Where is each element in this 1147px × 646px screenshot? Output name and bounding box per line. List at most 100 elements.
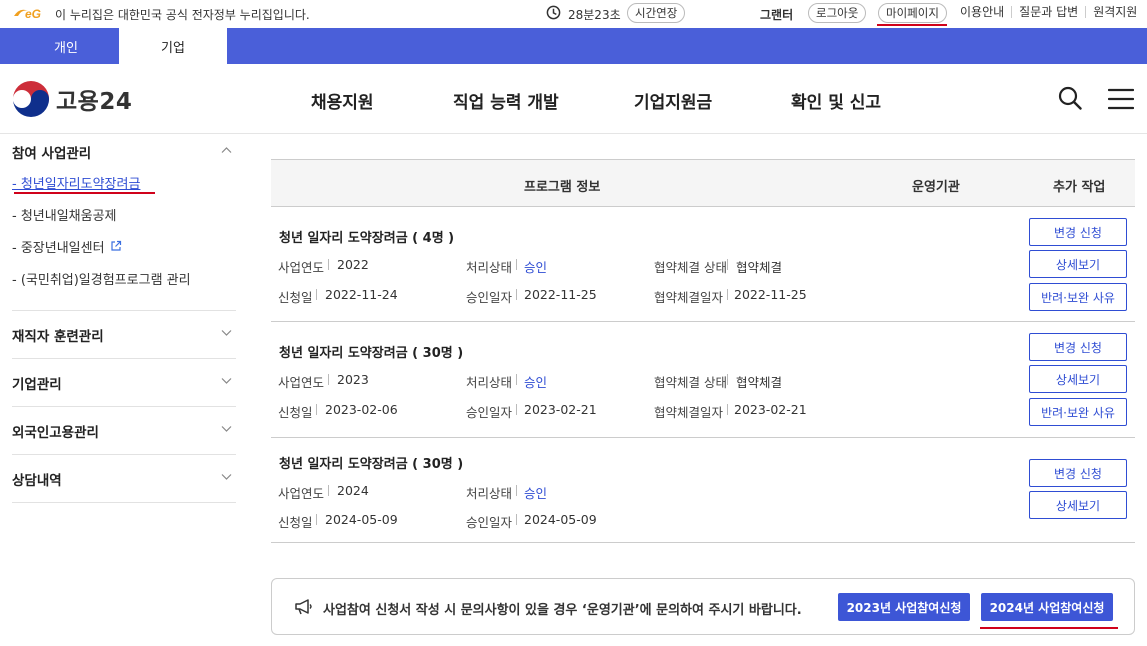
tab-personal[interactable]: 개인 — [13, 28, 119, 64]
sidebar-section-label: 재직자 훈련관리 — [12, 328, 104, 345]
field-label-contract-status: 협약체결 상태 — [654, 375, 727, 390]
tab-business[interactable]: 기업 — [119, 28, 227, 64]
field-approve-date: 2024-05-09 — [524, 512, 597, 527]
field-status: 승인 — [524, 375, 548, 390]
field-label-contract-status: 협약체결 상태 — [654, 260, 727, 275]
megaphone-icon — [295, 599, 312, 615]
header-operator: 운영기관 — [912, 180, 960, 195]
sidebar-item-label: - 청년내일채움공제 — [12, 208, 117, 224]
chevron-down-icon — [221, 426, 232, 432]
external-link-icon — [110, 240, 121, 251]
field-separator — [727, 374, 728, 385]
mypage-button[interactable]: 마이페이지 — [878, 3, 947, 23]
field-separator — [516, 485, 517, 496]
util-links: 이용안내 질문과 답변 원격지원 — [960, 6, 1144, 18]
user-name: 그랜터 — [760, 8, 794, 22]
program-title: 청년 일자리 도약장려금 ( 30명 ) — [279, 457, 464, 472]
change-request-button[interactable]: 변경 신청 — [1029, 218, 1127, 246]
link-remote-support[interactable]: 원격지원 — [1085, 6, 1144, 18]
field-separator — [727, 259, 728, 270]
table-row: 청년 일자리 도약장려금 ( 30명 ) 사업연도 2024 처리상태 승인 신… — [271, 438, 1135, 543]
gov-banner: eG 이 누리집은 대한민국 공식 전자정부 누리집입니다. 28분23초 시간… — [0, 0, 1147, 28]
gov-notice-text: 이 누리집은 대한민국 공식 전자정부 누리집입니다. — [55, 8, 310, 22]
chevron-up-icon — [221, 147, 232, 153]
field-approve-date: 2023-02-21 — [524, 402, 597, 417]
field-contract-status: 협약체결 — [736, 260, 783, 275]
site-logo[interactable]: 고용24 — [12, 80, 132, 118]
field-apply-date: 2022-11-24 — [325, 287, 398, 302]
sidebar-item-youth-tomorrow[interactable]: - 청년내일채움공제 — [12, 198, 236, 230]
field-status: 승인 — [524, 260, 548, 275]
sidebar-section-consult: 상담내역 — [12, 455, 236, 503]
sidebar-section-training: 재직자 훈련관리 — [12, 311, 236, 359]
main-header: 고용24 채용지원 직업 능력 개발 기업지원금 확인 및 신고 — [0, 64, 1147, 134]
reject-reason-button[interactable]: 반려·보완 사유 — [1029, 283, 1127, 311]
header-actions: 추가 작업 — [1053, 180, 1106, 195]
sidebar-item-middle-aged-center[interactable]: - 중장년내일센터 — [12, 230, 236, 262]
mypage-highlight-underline — [877, 24, 947, 26]
field-label-year: 사업연도 — [278, 375, 325, 390]
logout-button[interactable]: 로그아웃 — [808, 3, 867, 23]
sidebar-item-work-experience[interactable]: - (국민취업)일경험프로그램 관리 — [12, 262, 236, 294]
sidebar-section-header[interactable]: 재직자 훈련관리 — [12, 311, 236, 358]
table-row: 청년 일자리 도약장려금 ( 4명 ) 사업연도 2022 처리상태 승인 협약… — [271, 207, 1135, 322]
sidebar-section-header[interactable]: 외국인고용관리 — [12, 407, 236, 454]
field-separator — [516, 514, 517, 525]
field-apply-date: 2024-05-09 — [325, 512, 398, 527]
highlight-underline — [980, 627, 1118, 629]
field-label-status: 처리상태 — [466, 260, 513, 275]
menu-icon[interactable] — [1108, 88, 1134, 110]
sidebar-section-company: 기업관리 — [12, 359, 236, 407]
notice-text: 사업참여 신청서 작성 시 문의사항이 있을 경우 ‘운영기관’에 문의하여 주… — [323, 603, 802, 618]
sidebar-section-header[interactable]: 상담내역 — [12, 455, 236, 502]
field-status: 승인 — [524, 486, 548, 501]
table-header: 프로그램 정보 운영기관 추가 작업 — [271, 159, 1135, 207]
link-guide[interactable]: 이용안내 — [960, 6, 1011, 18]
search-icon[interactable] — [1058, 86, 1082, 110]
reject-reason-button[interactable]: 반려·보완 사유 — [1029, 398, 1127, 426]
field-label-apply-date: 신청일 — [278, 515, 313, 530]
sidebar-section-label: 참여 사업관리 — [12, 146, 92, 162]
clock-icon — [546, 5, 561, 20]
view-detail-button[interactable]: 상세보기 — [1029, 365, 1127, 393]
program-title: 청년 일자리 도약장려금 ( 30명 ) — [279, 346, 464, 361]
table-row: 청년 일자리 도약장려금 ( 30명 ) 사업연도 2023 처리상태 승인 협… — [271, 322, 1135, 438]
apply-2024-button[interactable]: 2024년 사업참여신청 — [981, 593, 1113, 621]
field-label-status: 처리상태 — [466, 375, 513, 390]
field-separator — [316, 404, 317, 415]
field-contract-date: 2022-11-25 — [734, 287, 807, 302]
field-year: 2022 — [337, 257, 369, 272]
sidebar-section-header[interactable]: 참여 사업관리 — [12, 134, 236, 166]
nav-confirm-report[interactable]: 확인 및 신고 — [791, 88, 881, 113]
link-qna[interactable]: 질문과 답변 — [1011, 6, 1085, 18]
sidebar-item-youth-job-leap[interactable]: - 청년일자리도약장려금 — [12, 166, 236, 198]
svg-text:eG: eG — [25, 7, 41, 21]
change-request-button[interactable]: 변경 신청 — [1029, 333, 1127, 361]
field-label-contract-date: 협약체결일자 — [654, 405, 724, 420]
field-separator — [328, 259, 329, 270]
sidebar-section-foreign: 외국인고용관리 — [12, 407, 236, 455]
field-separator — [516, 374, 517, 385]
nav-business-subsidy[interactable]: 기업지원금 — [634, 88, 712, 113]
apply-2023-button[interactable]: 2023년 사업참여신청 — [838, 593, 970, 621]
eg-logo-icon: eG — [14, 7, 41, 21]
field-label-status: 처리상태 — [466, 486, 513, 501]
extend-session-button[interactable]: 시간연장 — [627, 3, 686, 23]
view-detail-button[interactable]: 상세보기 — [1029, 491, 1127, 519]
change-request-button[interactable]: 변경 신청 — [1029, 459, 1127, 487]
sidebar-item-label: - 청년일자리도약장려금 — [12, 176, 141, 192]
field-year: 2024 — [337, 483, 369, 498]
user-type-tabbar: 개인 기업 — [0, 28, 1147, 64]
sidebar: 참여 사업관리 - 청년일자리도약장려금 - 청년내일채움공제 - 중장년내일센… — [12, 134, 236, 503]
sidebar-item-label: - (국민취업)일경험프로그램 관리 — [12, 272, 191, 288]
sidebar-sublist: - 청년일자리도약장려금 - 청년내일채움공제 - 중장년내일센터 - (국민취… — [12, 166, 236, 310]
goyong-logo-icon — [12, 80, 50, 118]
logo-text: 고용24 — [56, 89, 133, 115]
view-detail-button[interactable]: 상세보기 — [1029, 250, 1127, 278]
nav-recruit[interactable]: 채용지원 — [311, 88, 374, 113]
sidebar-section-header[interactable]: 기업관리 — [12, 359, 236, 406]
nav-vocational-training[interactable]: 직업 능력 개발 — [453, 88, 559, 113]
field-label-approve-date: 승인일자 — [466, 405, 513, 420]
field-label-apply-date: 신청일 — [278, 290, 313, 305]
highlight-underline — [14, 192, 155, 194]
